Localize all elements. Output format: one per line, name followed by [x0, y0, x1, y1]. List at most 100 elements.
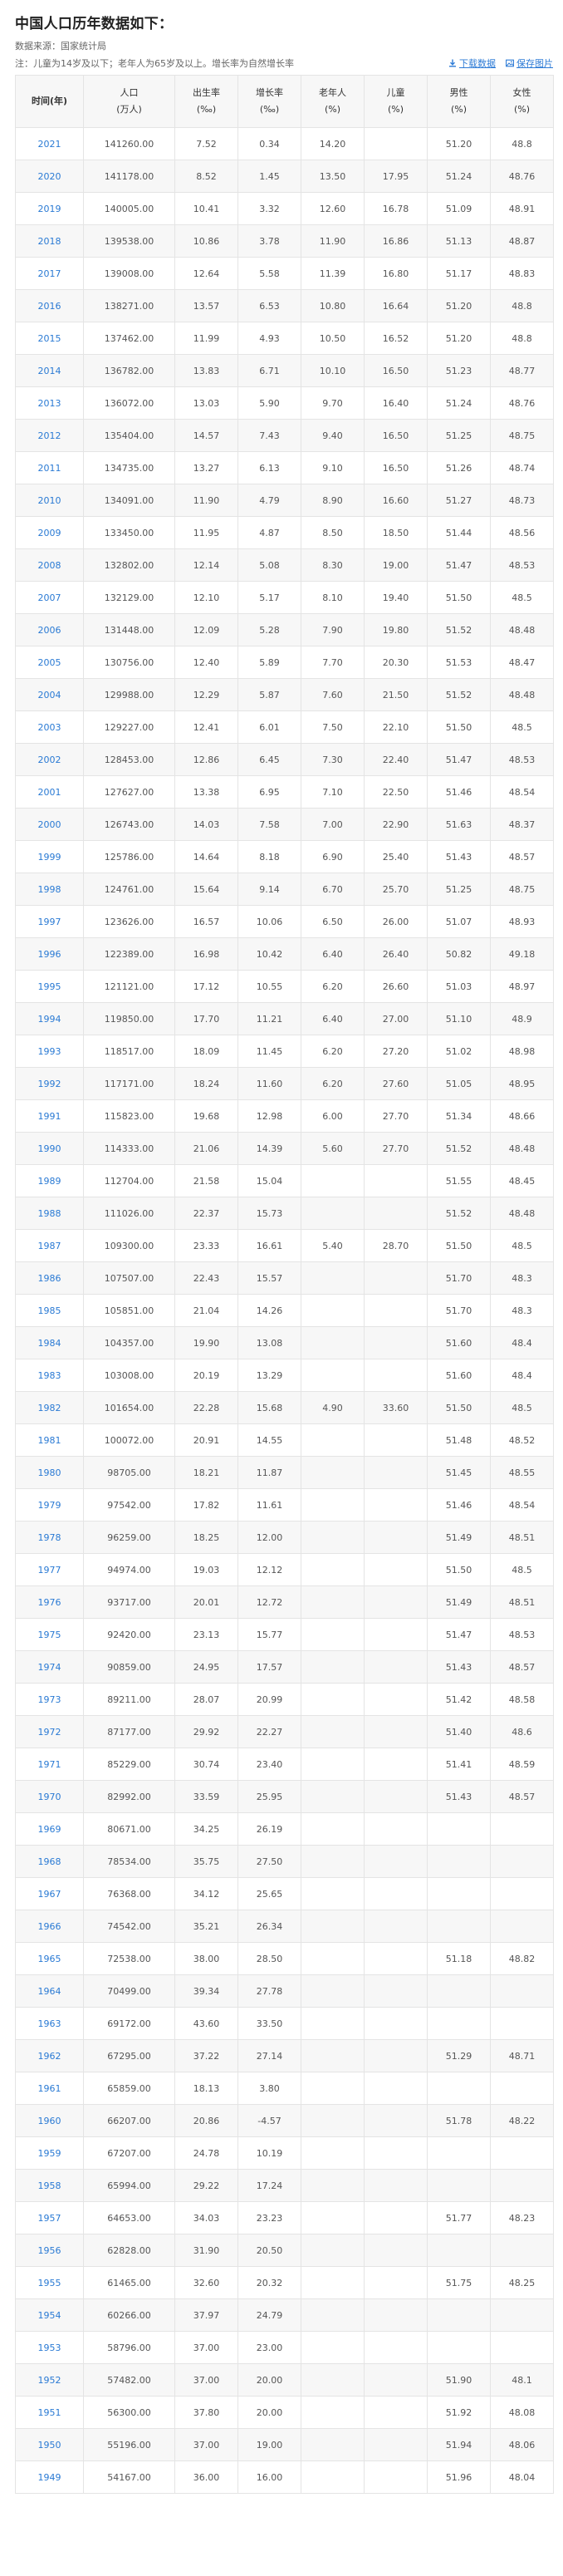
year-link[interactable]: 1996: [15, 937, 84, 971]
year-link[interactable]: 1964: [15, 1974, 84, 2008]
year-link[interactable]: 1976: [15, 1585, 84, 1619]
children-cell: 19.40: [364, 581, 428, 614]
male-cell: 51.52: [427, 1132, 491, 1165]
year-link[interactable]: 1956: [15, 2234, 84, 2267]
year-link[interactable]: 1993: [15, 1035, 84, 1068]
year-link[interactable]: 1975: [15, 1618, 84, 1651]
year-link[interactable]: 1963: [15, 2007, 84, 2040]
year-link[interactable]: 1968: [15, 1845, 84, 1878]
year-link[interactable]: 1997: [15, 905, 84, 938]
year-link[interactable]: 1974: [15, 1650, 84, 1684]
year-link[interactable]: 2010: [15, 484, 84, 517]
birth-rate-cell: 22.37: [174, 1197, 238, 1230]
year-link[interactable]: 1967: [15, 1877, 84, 1910]
year-link[interactable]: 2008: [15, 548, 84, 582]
year-link[interactable]: 1959: [15, 2136, 84, 2170]
year-link[interactable]: 1982: [15, 1391, 84, 1424]
year-link[interactable]: 2001: [15, 775, 84, 809]
year-link[interactable]: 1987: [15, 1229, 84, 1262]
year-link[interactable]: 1999: [15, 840, 84, 873]
growth-rate-cell: 17.57: [237, 1650, 301, 1684]
year-link[interactable]: 1953: [15, 2331, 84, 2364]
female-cell: 48.47: [490, 646, 554, 679]
birth-rate-cell: 20.91: [174, 1423, 238, 1457]
year-link[interactable]: 2007: [15, 581, 84, 614]
year-link[interactable]: 1980: [15, 1456, 84, 1489]
year-link[interactable]: 1990: [15, 1132, 84, 1165]
year-link[interactable]: 1971: [15, 1748, 84, 1781]
year-link[interactable]: 1960: [15, 2104, 84, 2137]
table-row: 2019 140005.00 10.41 3.32 12.60 16.78 51.09 48.…: [15, 192, 554, 225]
year-link[interactable]: 1962: [15, 2039, 84, 2072]
year-link[interactable]: 2000: [15, 808, 84, 841]
year-link[interactable]: 2017: [15, 257, 84, 290]
table-row: 2011 134735.00 13.27 6.13 9.10 16.50 51.26 48.7…: [15, 451, 554, 484]
year-link[interactable]: 1979: [15, 1488, 84, 1522]
year-link[interactable]: 1961: [15, 2072, 84, 2105]
year-link[interactable]: 2015: [15, 322, 84, 355]
year-link[interactable]: 1958: [15, 2169, 84, 2202]
year-link[interactable]: 1965: [15, 1942, 84, 1975]
year-link[interactable]: 2021: [15, 127, 84, 160]
year-link[interactable]: 2002: [15, 743, 84, 776]
year-link[interactable]: 1977: [15, 1553, 84, 1586]
growth-rate-cell: 4.87: [237, 516, 301, 549]
year-link[interactable]: 1983: [15, 1359, 84, 1392]
year-link[interactable]: 1973: [15, 1683, 84, 1716]
year-link[interactable]: 2013: [15, 386, 84, 420]
year-link[interactable]: 1985: [15, 1294, 84, 1327]
year-link[interactable]: 1991: [15, 1099, 84, 1133]
year-link[interactable]: 2020: [15, 160, 84, 193]
male-cell: 51.41: [427, 1748, 491, 1781]
year-link[interactable]: 1951: [15, 2396, 84, 2429]
year-link[interactable]: 1952: [15, 2363, 84, 2397]
download-data-link[interactable]: 下载数据: [448, 57, 496, 70]
year-link[interactable]: 1992: [15, 1067, 84, 1100]
female-cell: 48.58: [490, 1683, 554, 1716]
column-header-text: 出生率: [193, 87, 220, 98]
female-cell: 48.5: [490, 1391, 554, 1424]
year-link[interactable]: 2016: [15, 289, 84, 322]
year-link[interactable]: 1994: [15, 1002, 84, 1035]
year-link[interactable]: 1955: [15, 2266, 84, 2299]
children-cell: [364, 1748, 428, 1781]
year-link[interactable]: 2006: [15, 613, 84, 646]
male-cell: [427, 2072, 491, 2105]
year-link[interactable]: 1998: [15, 873, 84, 906]
year-link[interactable]: 1949: [15, 2460, 84, 2494]
save-image-link[interactable]: 保存图片: [506, 57, 553, 70]
year-link[interactable]: 1984: [15, 1326, 84, 1359]
female-cell: [490, 1877, 554, 1910]
female-cell: 48.57: [490, 840, 554, 873]
year-link[interactable]: 1957: [15, 2201, 84, 2234]
year-link[interactable]: 2011: [15, 451, 84, 484]
year-link[interactable]: 1986: [15, 1261, 84, 1295]
year-link[interactable]: 1966: [15, 1910, 84, 1943]
year-link[interactable]: 1972: [15, 1715, 84, 1748]
male-cell: 51.20: [427, 322, 491, 355]
growth-rate-cell: 0.34: [237, 127, 301, 160]
year-link[interactable]: 2003: [15, 710, 84, 744]
year-link[interactable]: 1981: [15, 1423, 84, 1457]
table-row: 1960 66207.00 20.86 -4.57 51.78 48.22: [15, 2104, 554, 2137]
year-link[interactable]: 1954: [15, 2298, 84, 2332]
year-link[interactable]: 1995: [15, 970, 84, 1003]
year-link[interactable]: 2009: [15, 516, 84, 549]
population-cell: 126743.00: [83, 808, 175, 841]
year-link[interactable]: 1988: [15, 1197, 84, 1230]
year-link[interactable]: 2005: [15, 646, 84, 679]
year-link[interactable]: 1989: [15, 1164, 84, 1197]
year-link[interactable]: 2019: [15, 192, 84, 225]
male-cell: 51.20: [427, 289, 491, 322]
year-link[interactable]: 2012: [15, 419, 84, 452]
population-cell: 134091.00: [83, 484, 175, 517]
year-link[interactable]: 1969: [15, 1812, 84, 1846]
male-cell: 51.52: [427, 613, 491, 646]
year-link[interactable]: 2004: [15, 678, 84, 711]
year-link[interactable]: 1950: [15, 2428, 84, 2461]
birth-rate-cell: 22.43: [174, 1261, 238, 1295]
year-link[interactable]: 1970: [15, 1780, 84, 1813]
year-link[interactable]: 2014: [15, 354, 84, 387]
year-link[interactable]: 1978: [15, 1521, 84, 1554]
year-link[interactable]: 2018: [15, 224, 84, 258]
